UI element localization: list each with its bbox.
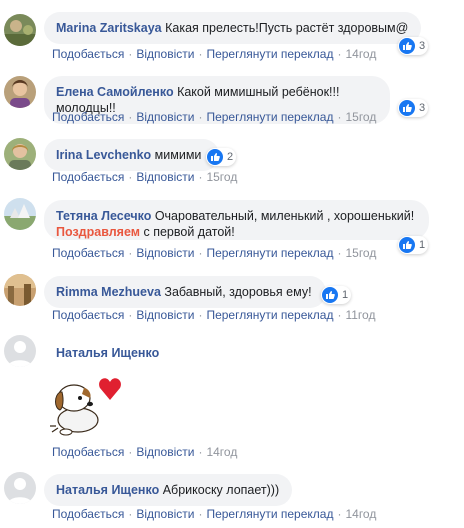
comment-text: Абрикоску лопает)))	[162, 483, 280, 497]
see-translation-link[interactable]: Переглянути переклад	[206, 246, 333, 260]
like-link[interactable]: Подобається	[52, 170, 124, 184]
comment-bubble: Marina Zaritskaya Какая прелесть!Пусть р…	[44, 12, 421, 44]
comment-author[interactable]: Наталья Ищенко	[56, 483, 159, 497]
comment-author[interactable]: Irina Levchenko	[56, 148, 151, 162]
like-icon	[207, 149, 223, 165]
comment-actions: Подобається · Відповісти · 14год	[52, 445, 238, 459]
reaction-count: 3	[419, 40, 426, 52]
comment-bubble: Наталья Ищенко	[44, 337, 244, 369]
comment-time[interactable]: 15год	[345, 246, 376, 260]
reply-link[interactable]: Відповісти	[136, 445, 194, 459]
like-icon	[399, 237, 415, 253]
comment-time[interactable]: 14год	[206, 445, 237, 459]
avatar[interactable]	[4, 198, 36, 230]
like-icon	[322, 287, 338, 303]
comment-author[interactable]: Rimma Mezhueva	[56, 285, 161, 299]
like-link[interactable]: Подобається	[52, 445, 124, 459]
comment-time[interactable]: 15год	[206, 170, 237, 184]
like-icon	[399, 100, 415, 116]
reaction-count: 1	[342, 289, 349, 301]
comment-actions: Подобається · Відповісти · Переглянути перек…	[52, 308, 376, 322]
see-translation-link[interactable]: Переглянути переклад	[206, 308, 333, 322]
avatar[interactable]	[4, 335, 36, 367]
comment-time[interactable]: 14год	[345, 47, 376, 61]
comment-actions: Подобається · Відповісти · Переглянути перек…	[52, 246, 377, 260]
comment-time[interactable]: 15год	[345, 110, 376, 124]
avatar[interactable]	[4, 274, 36, 306]
comment-time[interactable]: 14год	[345, 507, 376, 521]
see-translation-link[interactable]: Переглянути переклад	[206, 47, 333, 61]
comment-bubble: Irina Levchenko мимими	[44, 139, 219, 171]
comment-actions: Подобається · Відповісти · Переглянути перек…	[52, 110, 377, 124]
comment-bubble: Rimma Mezhueva Забавный, здоровья ему!	[44, 276, 326, 308]
like-link[interactable]: Подобається	[52, 110, 124, 124]
like-link[interactable]: Подобається	[52, 308, 124, 322]
reply-link[interactable]: Відповісти	[136, 170, 194, 184]
like-link[interactable]: Подобається	[52, 246, 124, 260]
reply-link[interactable]: Відповісти	[136, 308, 194, 322]
see-translation-link[interactable]: Переглянути переклад	[206, 507, 333, 521]
like-icon	[399, 38, 415, 54]
reaction-badge[interactable]: 3	[398, 99, 429, 117]
comment-text: Какая прелесть!Пусть растёт здоровым@	[165, 21, 409, 35]
comment-author[interactable]: Marina Zaritskaya	[56, 21, 162, 35]
reply-link[interactable]: Відповісти	[136, 110, 194, 124]
comment-text: с первой датой!	[143, 225, 235, 239]
comment-text: Очаровательный, миленький , хорошенький!	[154, 209, 415, 223]
avatar[interactable]	[4, 472, 36, 504]
comment-text: мимими	[154, 148, 202, 162]
comment-bubble: Тетяна Лесечко Очаровательный, миленький…	[44, 200, 429, 240]
avatar[interactable]	[4, 138, 36, 170]
like-link[interactable]: Подобається	[52, 47, 124, 61]
comment-author[interactable]: Тетяна Лесечко	[56, 209, 151, 223]
reaction-count: 1	[419, 239, 426, 251]
puppy-heart-sticker[interactable]	[44, 366, 124, 440]
reaction-badge[interactable]: 2	[206, 148, 237, 166]
comment-actions: Подобається · Відповісти · Переглянути перек…	[52, 507, 377, 521]
comment-text: Забавный, здоровья ему!	[164, 285, 312, 299]
reaction-count: 3	[419, 102, 426, 114]
avatar[interactable]	[4, 14, 36, 46]
reaction-badge[interactable]: 1	[398, 236, 429, 254]
reply-link[interactable]: Відповісти	[136, 507, 194, 521]
highlighted-word[interactable]: Поздравляем	[56, 225, 140, 239]
see-translation-link[interactable]: Переглянути переклад	[206, 110, 333, 124]
comment-author[interactable]: Наталья Ищенко	[56, 346, 159, 360]
reaction-badge[interactable]: 3	[398, 37, 429, 55]
reply-link[interactable]: Відповісти	[136, 246, 194, 260]
comment-author[interactable]: Елена Самойленко	[56, 85, 174, 99]
reaction-badge[interactable]: 1	[321, 286, 352, 304]
reply-link[interactable]: Відповісти	[136, 47, 194, 61]
comment-actions: Подобається · Відповісти · 15год	[52, 170, 238, 184]
avatar[interactable]	[4, 76, 36, 108]
comment-bubble: Наталья Ищенко Абрикоску лопает)))	[44, 474, 292, 506]
like-link[interactable]: Подобається	[52, 507, 124, 521]
comment-time[interactable]: 11год	[345, 308, 375, 322]
reaction-count: 2	[227, 151, 234, 163]
comment-actions: Подобається · Відповісти · Переглянути перек…	[52, 47, 377, 61]
